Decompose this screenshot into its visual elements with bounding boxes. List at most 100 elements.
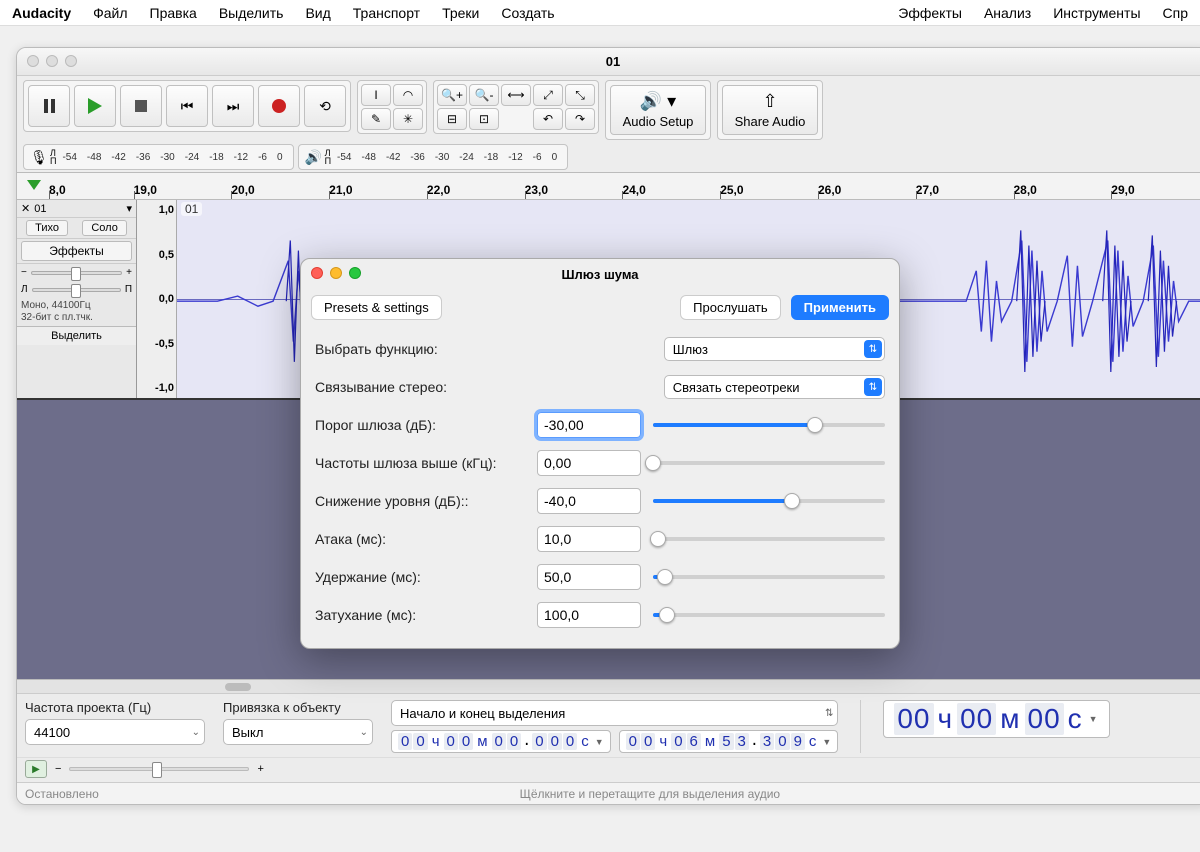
zoom-toggle-button[interactable]: ⤡	[565, 84, 595, 106]
track-close-button[interactable]: ✕	[21, 202, 30, 215]
chevron-down-icon: ⌄	[192, 727, 200, 738]
zoom-out-button[interactable]: 🔍-	[469, 84, 499, 106]
level-reduction-slider[interactable]	[653, 499, 885, 503]
chevron-down-icon[interactable]: ▾	[126, 202, 132, 215]
silence-button[interactable]: ⊡	[469, 108, 499, 130]
vertical-scale[interactable]: 1,0 0,5 0,0 -0,5 -1,0	[137, 200, 177, 398]
menu-analyze[interactable]: Анализ	[984, 5, 1031, 21]
menu-transport[interactable]: Транспорт	[353, 5, 420, 21]
presets-button[interactable]: Presets & settings	[311, 295, 442, 320]
traffic-lights[interactable]	[27, 55, 77, 67]
share-audio-button[interactable]: ⇧ Share Audio	[722, 85, 818, 135]
meter-toolbar: 🎙 Л П -54-48-42-36-30-24-18-12-60 🔊 Л П …	[17, 142, 1200, 172]
stereo-link-label: Связывание стерео:	[315, 379, 516, 395]
undo-button[interactable]: ↶	[533, 108, 563, 130]
decay-input[interactable]	[537, 602, 641, 628]
project-rate-select[interactable]: 44100⌄	[25, 719, 205, 745]
redo-button[interactable]: ↷	[565, 108, 595, 130]
ruler-tick: 23,0	[525, 183, 623, 197]
hold-input[interactable]	[537, 564, 641, 590]
play-at-speed-button[interactable]: ▶	[25, 760, 47, 778]
mute-button[interactable]: Тихо	[26, 220, 68, 236]
gain-minus-icon: −	[21, 267, 27, 278]
menubar: Audacity Файл Правка Выделить Вид Трансп…	[0, 0, 1200, 26]
envelope-tool-button[interactable]: ◠	[393, 84, 423, 106]
selection-start-time[interactable]: 00ч00м00.000с▼	[391, 730, 611, 753]
gate-freq-input[interactable]	[537, 450, 641, 476]
trim-button[interactable]: ⊟	[437, 108, 467, 130]
selection-tool-button[interactable]: I	[361, 84, 391, 106]
recording-meter[interactable]: 🎙 Л П -54-48-42-36-30-24-18-12-60	[23, 144, 294, 170]
playhead-icon[interactable]	[27, 180, 41, 190]
level-reduction-label: Снижение уровня (дБ)::	[315, 493, 525, 509]
menu-help[interactable]: Спр	[1163, 5, 1188, 21]
play-button[interactable]	[74, 85, 116, 127]
window-titlebar[interactable]: 01	[17, 48, 1200, 76]
menu-select[interactable]: Выделить	[219, 5, 284, 21]
dialog-titlebar[interactable]: Шлюз шума	[301, 259, 899, 289]
selection-end-time[interactable]: 00ч06м53.309с▼	[619, 730, 839, 753]
fit-selection-button[interactable]: ⟷	[501, 84, 531, 106]
menu-tracks[interactable]: Треки	[442, 5, 479, 21]
hold-slider[interactable]	[653, 575, 885, 579]
pause-button[interactable]	[28, 85, 70, 127]
minimize-icon[interactable]	[46, 55, 58, 67]
horizontal-scrollbar[interactable]	[17, 680, 1200, 694]
menu-effects[interactable]: Эффекты	[898, 5, 962, 21]
track-select-button[interactable]: Выделить	[17, 326, 136, 345]
menu-view[interactable]: Вид	[305, 5, 330, 21]
menu-file[interactable]: Файл	[93, 5, 127, 21]
zoom-in-button[interactable]: 🔍+	[437, 84, 467, 106]
menu-edit[interactable]: Правка	[150, 5, 197, 21]
attack-input[interactable]	[537, 526, 641, 552]
chevron-updown-icon: ⇅	[825, 708, 833, 719]
chevron-updown-icon: ⇅	[864, 378, 882, 396]
threshold-slider[interactable]	[653, 423, 885, 427]
ruler-tick: 22,0	[427, 183, 525, 197]
skip-start-button[interactable]: ⏮	[166, 85, 208, 127]
level-reduction-input[interactable]	[537, 488, 641, 514]
menu-app[interactable]: Audacity	[12, 5, 71, 21]
playback-speed-slider[interactable]	[69, 767, 249, 771]
hold-label: Удержание (мс):	[315, 569, 525, 585]
zoom-plus-icon: +	[257, 763, 263, 775]
track-name-dropdown[interactable]: 01	[34, 203, 122, 215]
draw-tool-button[interactable]: ✎	[361, 108, 391, 130]
threshold-input[interactable]	[537, 412, 641, 438]
dialog-zoom-icon[interactable]	[349, 267, 361, 279]
track-format-info: Моно, 44100Гц 32-бит с пл.тчк.	[17, 298, 136, 326]
menu-generate[interactable]: Создать	[501, 5, 554, 21]
timeline-ruler[interactable]: 8,0 19,0 20,0 21,0 22,0 23,0 24,0 25,0 2…	[17, 172, 1200, 200]
audio-setup-button[interactable]: 🔊 ▾ Audio Setup	[610, 85, 706, 135]
track-effects-button[interactable]: Эффекты	[21, 241, 132, 261]
solo-button[interactable]: Соло	[82, 220, 126, 236]
dialog-minimize-icon[interactable]	[330, 267, 342, 279]
loop-button[interactable]: ⟲	[304, 85, 346, 127]
pan-slider[interactable]	[32, 288, 121, 292]
preview-button[interactable]: Прослушать	[680, 295, 781, 320]
stop-button[interactable]	[120, 85, 162, 127]
close-icon[interactable]	[27, 55, 39, 67]
skip-end-button[interactable]: ⏭	[212, 85, 254, 127]
stereo-link-select[interactable]: Связать стереотреки ⇅	[664, 375, 885, 399]
snap-select[interactable]: Выкл⌄	[223, 719, 373, 745]
selection-mode-select[interactable]: Начало и конец выделения⇅	[391, 700, 838, 726]
pan-right-label: П	[125, 284, 132, 295]
attack-label: Атака (мс):	[315, 531, 525, 547]
gate-freq-slider[interactable]	[653, 461, 885, 465]
fit-project-button[interactable]: ⤢	[533, 84, 563, 106]
play-position-time[interactable]: 00ч 00м 00с▼	[883, 700, 1109, 738]
playback-meter[interactable]: 🔊 Л П -54-48-42-36-30-24-18-12-60	[298, 144, 569, 170]
gain-slider[interactable]	[31, 271, 122, 275]
attack-slider[interactable]	[653, 537, 885, 541]
decay-slider[interactable]	[653, 613, 885, 617]
gain-slider-row: − +	[17, 264, 136, 281]
multi-tool-button[interactable]: ✳	[393, 108, 423, 130]
dialog-close-icon[interactable]	[311, 267, 323, 279]
record-button[interactable]	[258, 85, 300, 127]
menu-tools[interactable]: Инструменты	[1053, 5, 1140, 21]
apply-button[interactable]: Применить	[791, 295, 889, 320]
function-select[interactable]: Шлюз ⇅	[664, 337, 885, 361]
zoom-icon[interactable]	[65, 55, 77, 67]
speaker-icon: 🔊	[303, 149, 325, 166]
